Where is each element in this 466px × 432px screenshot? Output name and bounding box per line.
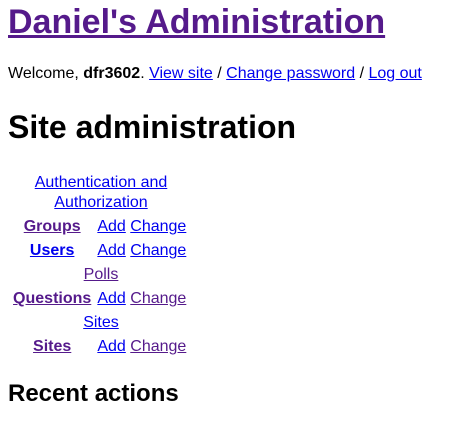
model-cell-users: Users bbox=[10, 240, 94, 262]
model-row-questions: Questions Add Change bbox=[10, 288, 192, 310]
user-tools: Welcome, dfr3602. View site / Change pas… bbox=[8, 64, 422, 84]
model-actions-users: Add Change bbox=[96, 240, 192, 262]
model-cell-groups: Groups bbox=[10, 216, 94, 238]
site-header: Daniel's Administration bbox=[8, 2, 385, 42]
model-actions-questions: Add Change bbox=[96, 288, 192, 310]
change-sites-link[interactable]: Change bbox=[130, 338, 186, 355]
model-actions-groups: Add Change bbox=[96, 216, 192, 238]
welcome-punctuation: . bbox=[140, 65, 150, 82]
model-actions-sites: Add Change bbox=[96, 336, 192, 358]
model-cell-questions: Questions bbox=[10, 288, 94, 310]
app-list: Authentication and Authorization Groups … bbox=[8, 170, 194, 360]
add-users-link[interactable]: Add bbox=[97, 242, 125, 259]
change-password-link[interactable]: Change password bbox=[226, 65, 355, 82]
app-caption-auth: Authentication and Authorization bbox=[10, 172, 192, 214]
view-site-link[interactable]: View site bbox=[149, 65, 213, 82]
app-caption-sites: Sites bbox=[10, 312, 192, 334]
model-cell-sites: Sites bbox=[10, 336, 94, 358]
separator: / bbox=[355, 65, 369, 82]
model-link-questions[interactable]: Questions bbox=[13, 290, 91, 307]
app-link-polls[interactable]: Polls bbox=[84, 266, 119, 283]
app-row-sites: Sites bbox=[10, 312, 192, 334]
separator: / bbox=[212, 65, 227, 82]
username: dfr3602 bbox=[83, 65, 141, 82]
app-row-auth: Authentication and Authorization bbox=[10, 172, 192, 214]
add-questions-link[interactable]: Add bbox=[97, 290, 125, 307]
page-title: Site administration bbox=[8, 109, 297, 145]
app-link-auth[interactable]: Authentication and Authorization bbox=[35, 174, 168, 211]
log-out-link[interactable]: Log out bbox=[368, 65, 421, 82]
add-groups-link[interactable]: Add bbox=[97, 218, 125, 235]
model-row-sites: Sites Add Change bbox=[10, 336, 192, 358]
change-users-link[interactable]: Change bbox=[130, 242, 186, 259]
recent-actions-title: Recent actions bbox=[8, 380, 179, 407]
app-caption-polls: Polls bbox=[10, 264, 192, 286]
model-link-sites[interactable]: Sites bbox=[33, 338, 71, 355]
model-row-users: Users Add Change bbox=[10, 240, 192, 262]
change-groups-link[interactable]: Change bbox=[130, 218, 186, 235]
change-questions-link[interactable]: Change bbox=[130, 290, 186, 307]
add-sites-link[interactable]: Add bbox=[97, 338, 125, 355]
app-row-polls: Polls bbox=[10, 264, 192, 286]
model-row-groups: Groups Add Change bbox=[10, 216, 192, 238]
site-title-link[interactable]: Daniel's Administration bbox=[8, 3, 385, 41]
model-link-users[interactable]: Users bbox=[30, 242, 74, 259]
app-link-sites[interactable]: Sites bbox=[83, 314, 119, 331]
model-link-groups[interactable]: Groups bbox=[24, 218, 81, 235]
welcome-text: Welcome, bbox=[8, 65, 84, 82]
